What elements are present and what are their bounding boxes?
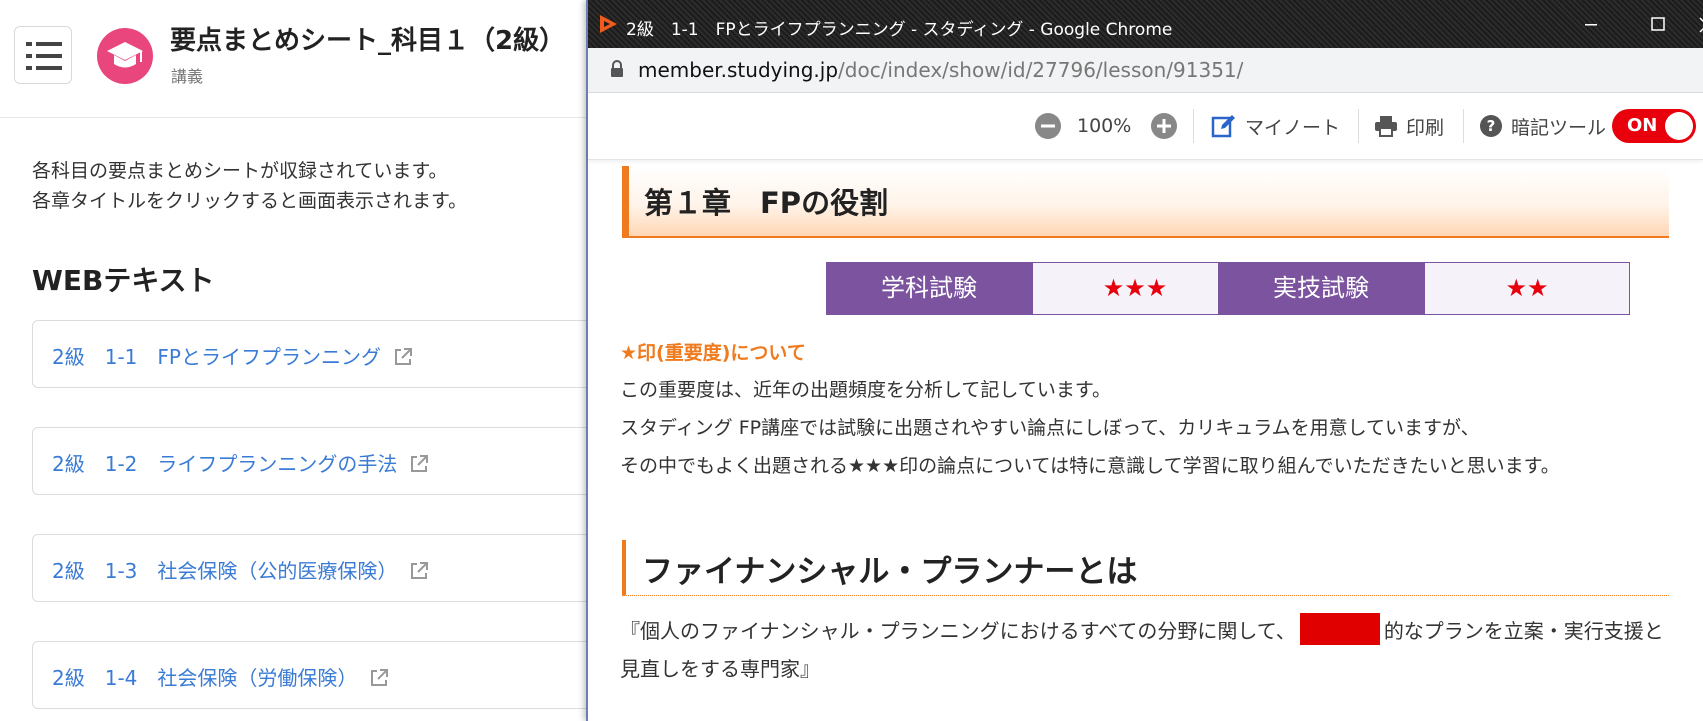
- note-line: この重要度は、近年の出題頻度を分析して記しています。: [620, 379, 1111, 401]
- external-link-icon: [411, 562, 429, 579]
- lesson-link-1-4[interactable]: 2級 1-4 社会保険（労働保険）: [32, 641, 632, 709]
- importance-stars: ★★★: [1032, 262, 1238, 315]
- lesson-link-1-1[interactable]: 2級 1-1 FPとライフプランニング: [32, 320, 632, 388]
- window-title: 2級 1-1 FPとライフプランニング - スタディング - Google Ch…: [626, 20, 1173, 40]
- description-line: 各科目の要点まとめシートが収録されています。: [32, 160, 448, 182]
- close-icon: [1699, 17, 1703, 33]
- toolbar-divider: [1463, 109, 1464, 143]
- chapter-underline: [622, 236, 1669, 238]
- memorize-label: 暗記ツール: [1511, 116, 1607, 139]
- maximize-button[interactable]: [1638, 8, 1678, 40]
- url-text[interactable]: member.studying.jp/doc/index/show/id/277…: [638, 58, 1243, 82]
- description-line: 各章タイトルをクリックすると画面表示されます。: [32, 190, 468, 212]
- chapter-title: 第１章 FPの役割: [644, 186, 889, 220]
- section-heading: WEBテキスト: [32, 264, 215, 297]
- chapter-heading: 第１章 FPの役割: [622, 166, 1669, 236]
- graduation-cap-icon: [97, 28, 153, 84]
- toggle-label: ON: [1627, 115, 1658, 136]
- minus-circle-icon: [1035, 113, 1061, 139]
- edit-note-icon: [1211, 115, 1235, 138]
- window-titlebar[interactable]: 2級 1-1 FPとライフプランニング - スタディング - Google Ch…: [588, 0, 1703, 48]
- memorize-toggle[interactable]: ON: [1612, 109, 1696, 143]
- external-link-icon: [371, 669, 389, 686]
- zoom-level: 100%: [1077, 115, 1132, 137]
- course-description: 各科目の要点まとめシートが収録されています。 各章タイトルをクリックすると画面表…: [32, 156, 467, 216]
- menu-button[interactable]: [14, 26, 72, 84]
- address-bar[interactable]: member.studying.jp/doc/index/show/id/277…: [588, 48, 1703, 93]
- svg-text:?: ?: [1487, 117, 1496, 135]
- toggle-knob: [1665, 112, 1693, 140]
- lesson-label: 2級 1-4 社会保険（労働保険）: [52, 666, 358, 690]
- url-host: member.studying.jp: [638, 58, 839, 82]
- studying-logo-icon: [600, 15, 617, 33]
- section-heading: ファイナンシャル・プランナーとは: [622, 540, 1669, 596]
- document-toolbar: 100% マイノート 印刷 ? 暗記ツール ON: [588, 93, 1703, 160]
- definition-quote: 『個人のファイナンシャル・プランニングにおけるすべての分野に関して、 的なプランを…: [620, 612, 1670, 688]
- zoom-out-button[interactable]: [1034, 93, 1062, 159]
- hidden-answer-blank[interactable]: [1299, 613, 1380, 645]
- lock-icon: [611, 60, 623, 77]
- exam-label: 学科試験: [826, 262, 1032, 315]
- zoom-in-button[interactable]: [1150, 93, 1178, 159]
- close-button[interactable]: [1688, 8, 1703, 40]
- header-divider: [0, 117, 600, 118]
- importance-stars: ★★: [1424, 262, 1630, 315]
- menu-icon: [26, 42, 62, 70]
- lesson-link-1-2[interactable]: 2級 1-2 ライフプランニングの手法: [32, 427, 632, 495]
- toolbar-divider: [1193, 109, 1194, 143]
- importance-note-heading: ★印(重要度)について: [620, 342, 806, 364]
- plus-circle-icon: [1151, 113, 1177, 139]
- note-line: スタディング FP講座では試験に出題されやすい論点にしぼって、カリキュラムを用意…: [620, 417, 1480, 439]
- document-content: 第１章 FPの役割 学科試験 ★★★ 実技試験 ★★ ★印(重要度)について こ…: [588, 160, 1703, 721]
- minimize-button[interactable]: [1571, 8, 1611, 40]
- course-subtitle: 講義: [171, 67, 204, 86]
- lesson-label: 2級 1-3 社会保険（公的医療保険）: [52, 559, 398, 583]
- print-label: 印刷: [1406, 116, 1445, 139]
- external-link-icon: [394, 348, 412, 365]
- memorize-tool-label: ? 暗記ツール: [1479, 93, 1606, 159]
- print-button[interactable]: 印刷: [1374, 93, 1444, 159]
- url-path: /doc/index/show/id/27796/lesson/91351/: [838, 58, 1244, 82]
- mynote-label: マイノート: [1245, 116, 1341, 139]
- lesson-link-1-3[interactable]: 2級 1-3 社会保険（公的医療保険）: [32, 534, 632, 602]
- maximize-icon: [1651, 17, 1665, 31]
- quote-text-before: 『個人のファイナンシャル・プランニングにおけるすべての分野に関して、: [620, 619, 1296, 643]
- help-circle-icon: ?: [1480, 115, 1502, 137]
- mynote-button[interactable]: マイノート: [1211, 93, 1340, 159]
- minimize-icon: [1585, 24, 1597, 26]
- toolbar-divider: [1358, 109, 1359, 143]
- course-title: 要点まとめシート_科目１（2級）: [170, 26, 566, 56]
- lesson-label: 2級 1-1 FPとライフプランニング: [52, 345, 381, 369]
- printer-icon: [1375, 116, 1397, 137]
- note-line: その中でもよく出題される★★★印の論点については特に意識して学習に取り組んでいた…: [620, 455, 1560, 477]
- external-link-icon: [411, 455, 429, 472]
- exam-label: 実技試験: [1218, 262, 1424, 315]
- section-title: ファイナンシャル・プランナーとは: [642, 554, 1138, 590]
- browser-popup-window: 2級 1-1 FPとライフプランニング - スタディング - Google Ch…: [586, 0, 1703, 721]
- lesson-label: 2級 1-2 ライフプランニングの手法: [52, 452, 398, 476]
